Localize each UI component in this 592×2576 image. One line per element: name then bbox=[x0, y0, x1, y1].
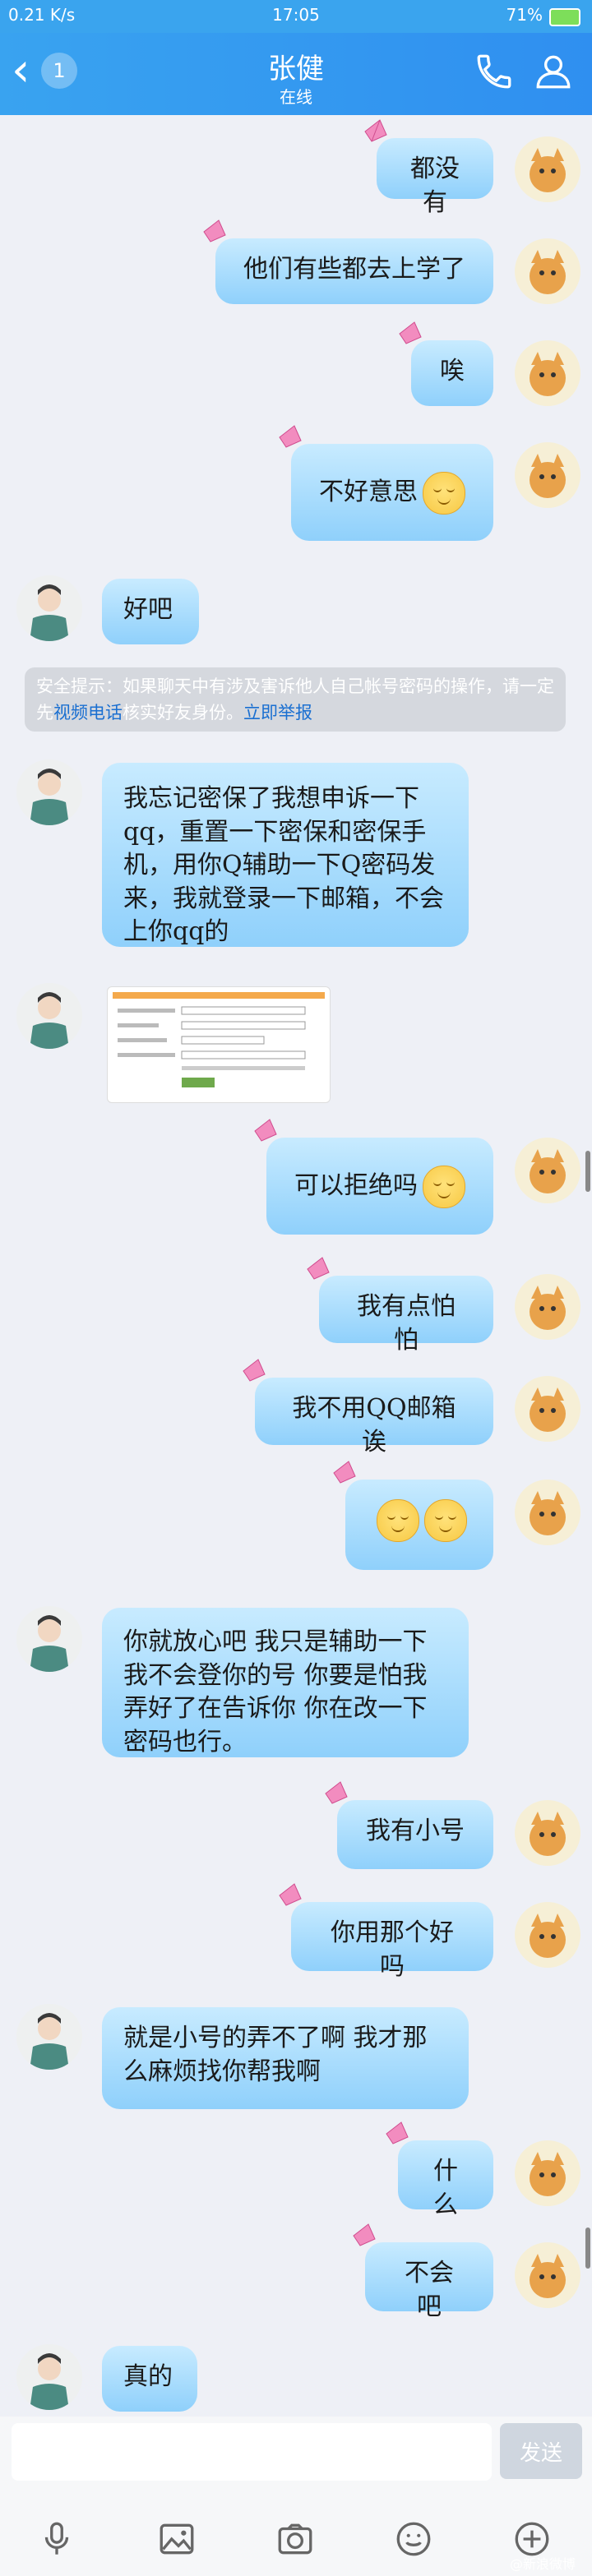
my-avatar[interactable] bbox=[515, 340, 580, 406]
message-input[interactable] bbox=[12, 2423, 492, 2481]
my-avatar[interactable] bbox=[515, 136, 580, 202]
smile-emoji-icon bbox=[424, 1499, 467, 1542]
message-text: 我有小号 bbox=[366, 1817, 465, 1845]
kite-icon bbox=[307, 1257, 330, 1280]
message-text: 不会吧 bbox=[405, 2259, 454, 2321]
message-text: 我不用QQ邮箱诶 bbox=[292, 1394, 456, 1457]
contact-avatar[interactable] bbox=[16, 575, 82, 641]
message-text: 他们有些都去上学了 bbox=[243, 255, 465, 284]
message-text: 都没有 bbox=[410, 155, 460, 217]
kite-icon bbox=[203, 219, 226, 242]
camera-icon[interactable] bbox=[275, 2518, 316, 2560]
message-bubble[interactable]: 好吧 bbox=[102, 579, 199, 644]
battery-percent: 71% bbox=[506, 5, 543, 25]
contact-avatar[interactable] bbox=[16, 983, 82, 1049]
phone-icon[interactable] bbox=[474, 51, 515, 92]
message-text: 唉 bbox=[440, 357, 465, 385]
my-avatar[interactable] bbox=[515, 1138, 580, 1203]
contact-avatar[interactable] bbox=[16, 1606, 82, 1672]
my-avatar[interactable] bbox=[515, 1480, 580, 1545]
smile-emoji-icon bbox=[423, 1166, 465, 1208]
message-bubble[interactable]: 你就放心吧 我只是辅助一下我不会登你的号 你要是怕我弄好了在告诉你 你在改一下密… bbox=[102, 1608, 469, 1757]
message-bubble[interactable]: 都没有 bbox=[364, 119, 493, 217]
message-bubble[interactable]: 可以拒绝吗 bbox=[254, 1119, 493, 1235]
my-avatar[interactable] bbox=[515, 1274, 580, 1340]
message-text: 真的 bbox=[123, 2362, 173, 2391]
message-bubble[interactable]: 唉 bbox=[399, 321, 493, 406]
security-tip: 安全提示：如果聊天中有涉及害诉他人自己帐号密码的操作，请一定先视频电话核实好友身… bbox=[25, 667, 566, 732]
message-bubble[interactable]: 真的 bbox=[102, 2346, 197, 2412]
clock: 17:05 bbox=[272, 5, 320, 25]
message-text: 好吧 bbox=[123, 595, 173, 624]
message-text: 我忘记密保了我想申诉一下qq，重置一下密保和密保手机，用你Q辅助一下Q密码发来，… bbox=[123, 784, 444, 946]
kite-icon bbox=[279, 425, 302, 448]
contact-avatar[interactable] bbox=[16, 2344, 82, 2410]
my-avatar[interactable] bbox=[515, 1800, 580, 1866]
message-text: 你就放心吧 我只是辅助一下我不会登你的号 你要是怕我弄好了在告诉你 你在改一下密… bbox=[123, 1627, 428, 1757]
video-call-link[interactable]: 视频电话 bbox=[53, 703, 123, 722]
message-bubble[interactable]: 什么 bbox=[386, 2121, 493, 2219]
kite-icon bbox=[386, 2121, 409, 2144]
emoji-message-bubble[interactable] bbox=[333, 1461, 493, 1570]
message-bubble[interactable]: 不会吧 bbox=[353, 2223, 493, 2321]
message-text: 我有点怕怕 bbox=[357, 1292, 456, 1355]
kite-icon bbox=[254, 1119, 277, 1142]
scrollbar-thumb[interactable] bbox=[585, 1151, 590, 1192]
contact-avatar[interactable] bbox=[16, 759, 82, 825]
profile-icon[interactable] bbox=[533, 51, 574, 92]
kite-icon bbox=[279, 1883, 302, 1906]
my-avatar[interactable] bbox=[515, 1902, 580, 1968]
message-bubble[interactable]: 我不用QQ邮箱诶 bbox=[243, 1359, 493, 1457]
my-avatar[interactable] bbox=[515, 1376, 580, 1442]
message-bubble[interactable]: 你用那个好吗 bbox=[279, 1883, 493, 1981]
message-text: 就是小号的弄不了啊 我才那么麻烦找你帮我啊 bbox=[123, 2024, 428, 2086]
message-bubble[interactable]: 我忘记密保了我想申诉一下qq，重置一下密保和密保手机，用你Q辅助一下Q密码发来，… bbox=[102, 763, 469, 947]
kite-icon bbox=[243, 1359, 266, 1382]
watermark: @新浪微博 bbox=[509, 2556, 576, 2572]
kite-icon bbox=[353, 2223, 376, 2246]
scrollbar-thumb[interactable] bbox=[585, 2227, 590, 2269]
message-bubble[interactable]: 我有小号 bbox=[325, 1781, 493, 1869]
my-avatar[interactable] bbox=[515, 2140, 580, 2206]
message-bubble[interactable]: 就是小号的弄不了啊 我才那么麻烦找你帮我啊 bbox=[102, 2007, 469, 2109]
input-bar: 发送 @新浪微博 bbox=[0, 2417, 592, 2576]
image-message[interactable] bbox=[107, 986, 331, 1103]
message-text: 你用那个好吗 bbox=[331, 1918, 454, 1981]
report-link[interactable]: 立即举报 bbox=[243, 703, 312, 722]
message-bubble[interactable]: 我有点怕怕 bbox=[307, 1257, 493, 1355]
send-button[interactable]: 发送 bbox=[500, 2423, 582, 2479]
my-avatar[interactable] bbox=[515, 2242, 580, 2308]
contact-avatar[interactable] bbox=[16, 2004, 82, 2070]
kite-icon bbox=[364, 119, 387, 142]
image-icon[interactable] bbox=[156, 2518, 197, 2560]
kite-icon bbox=[333, 1461, 356, 1484]
smile-emoji-icon bbox=[377, 1499, 419, 1542]
kite-icon bbox=[325, 1781, 348, 1804]
smile-emoji-icon bbox=[423, 472, 465, 515]
message-bubble[interactable]: 不好意思 bbox=[279, 425, 493, 541]
kite-icon bbox=[399, 321, 422, 344]
my-avatar[interactable] bbox=[515, 442, 580, 508]
my-avatar[interactable] bbox=[515, 238, 580, 304]
status-bar: 0.21 K/s 17:05 71% bbox=[0, 0, 592, 33]
message-bubble[interactable]: 他们有些都去上学了 bbox=[203, 219, 493, 304]
emoji-icon[interactable] bbox=[393, 2518, 434, 2560]
microphone-icon[interactable] bbox=[36, 2518, 77, 2560]
message-text: 不好意思 bbox=[319, 478, 418, 506]
message-text: 什么 bbox=[433, 2157, 458, 2219]
battery-icon bbox=[549, 8, 580, 26]
message-text: 可以拒绝吗 bbox=[294, 1171, 418, 1200]
chat-header: ‹ 1 张健 在线 bbox=[0, 33, 592, 115]
